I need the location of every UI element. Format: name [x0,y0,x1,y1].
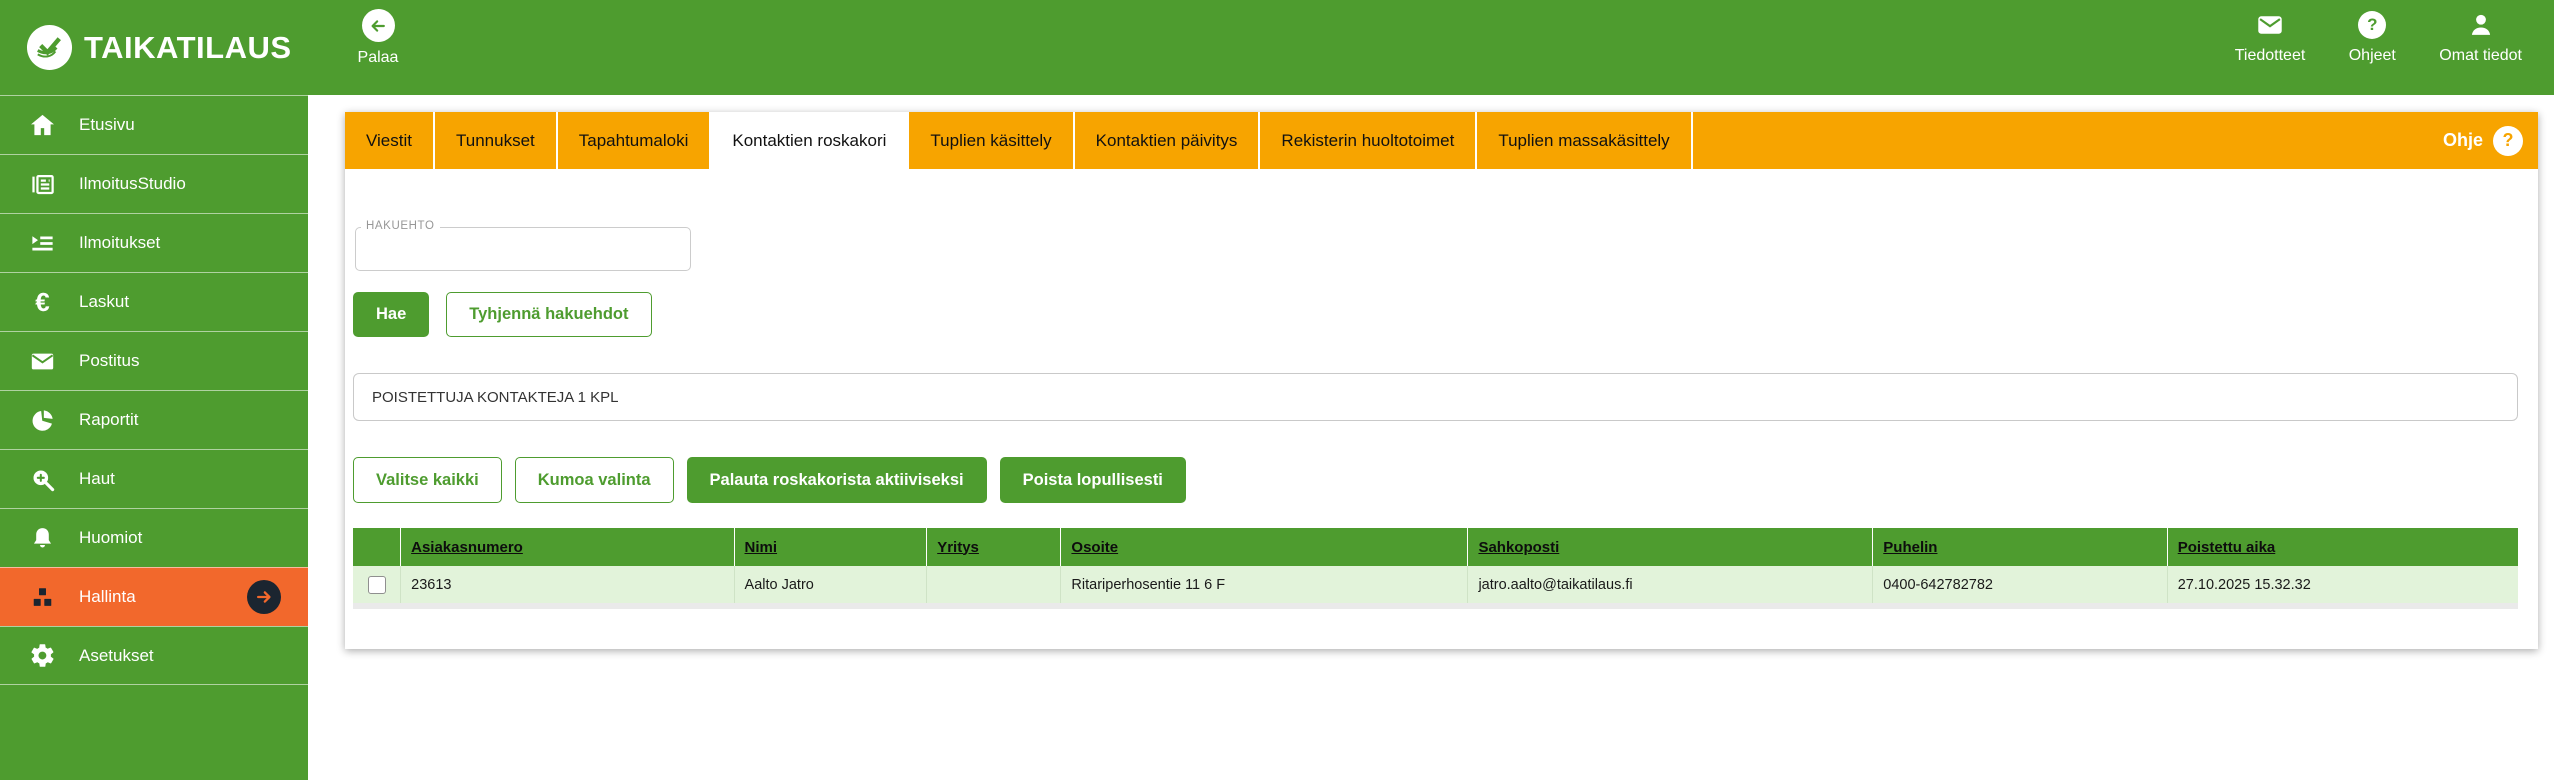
pie-chart-icon [29,407,56,434]
app-root: TAIKATILAUS Palaa Tiedotteet [0,0,2554,780]
back-button[interactable]: Palaa [347,9,409,67]
clear-search-button[interactable]: Tyhjennä hakuehdot [446,292,651,337]
search-field: HAKUEHTO [355,227,691,271]
tab-rekisterin-huoltotoimet[interactable]: Rekisterin huoltotoimet [1260,112,1477,169]
tab-tuplien-kasittely[interactable]: Tuplien käsittely [909,112,1074,169]
topbar-action-ohjeet[interactable]: ? Ohjeet [2337,9,2407,65]
column-header-puhelin[interactable]: Puhelin [1873,528,2167,566]
question-circle-icon: ? [2358,9,2386,41]
topbar-action-label: Omat tiedot [2439,47,2522,65]
tab-bar: Viestit Tunnukset Tapahtumaloki Kontakti… [345,112,2538,169]
restore-from-trash-button[interactable]: Palauta roskakorista aktiiviseksi [687,457,987,503]
tabbar-spacer [1693,112,2443,169]
table-row: 23613 Aalto Jatro Ritariperhosentie 11 6… [353,566,2518,603]
list-indent-icon [29,230,56,257]
topbar-action-tiedotteet[interactable]: Tiedotteet [2235,9,2306,65]
sidebar-item-ilmoitukset[interactable]: Ilmoitukset [0,213,308,272]
cell-asiakasnumero: 23613 [401,566,734,603]
tab-viestit[interactable]: Viestit [345,112,435,169]
table-bottom-strip [353,603,2518,609]
result-summary-box: POISTETTUJA KONTAKTEJA 1 KPL [353,373,2518,421]
search-buttons-row: Hae Tyhjennä hakuehdot [353,292,2518,337]
search-plus-icon [29,466,56,493]
search-button[interactable]: Hae [353,292,429,337]
arrow-right-circle-icon [247,580,281,614]
topbar-actions: Tiedotteet ? Ohjeet Omat tiedot [2235,9,2522,65]
sidebar-item-etusivu[interactable]: Etusivu [0,95,308,154]
sidebar-item-huomiot[interactable]: Huomiot [0,508,308,567]
home-icon [29,112,56,139]
newspaper-icon [29,171,56,198]
tab-kontaktien-paivitys[interactable]: Kontaktien päivitys [1075,112,1261,169]
result-summary-text: POISTETTUJA KONTAKTEJA 1 KPL [372,389,618,406]
topbar-action-label: Tiedotteet [2235,47,2306,65]
column-header-nimi[interactable]: Nimi [734,528,927,566]
back-button-label: Palaa [358,49,399,67]
sidebar-item-postitus[interactable]: Postitus [0,331,308,390]
person-icon [2467,9,2495,41]
euro-icon: € [29,289,56,316]
sidebar-item-ilmoitusstudio[interactable]: IlmoitusStudio [0,154,308,213]
cell-osoite: Ritariperhosentie 11 6 F [1061,566,1468,603]
tab-tuplien-massakasittely[interactable]: Tuplien massakäsittely [1477,112,1692,169]
column-header-asiakasnumero[interactable]: Asiakasnumero [401,528,734,566]
cell-sahkoposti: jatro.aalto@taikatilaus.fi [1468,566,1873,603]
cell-nimi: Aalto Jatro [734,566,927,603]
brand-name: TAIKATILAUS [84,30,292,66]
search-input[interactable] [356,228,690,270]
cell-poistettu-aika: 27.10.2025 15.32.32 [2167,566,2518,603]
help-button[interactable]: Ohje ? [2443,112,2538,169]
bulk-actions-row: Valitse kaikki Kumoa valinta Palauta ros… [353,457,2518,503]
cell-yritys [927,566,1061,603]
tab-tunnukset[interactable]: Tunnukset [435,112,558,169]
sidebar-item-raportit[interactable]: Raportit [0,390,308,449]
arrow-left-circle-icon [362,9,395,42]
bell-icon [29,525,56,552]
sidebar-item-hallinta[interactable]: Hallinta [0,567,308,626]
select-column-header [353,528,401,566]
tab-kontaktien-roskakori[interactable]: Kontaktien roskakori [711,112,909,169]
topbar: TAIKATILAUS Palaa Tiedotteet [0,0,2554,95]
question-circle-icon: ? [2493,126,2523,156]
cell-puhelin: 0400-642782782 [1873,566,2167,603]
sidebar-item-haut[interactable]: Haut [0,449,308,508]
envelope-icon [29,348,56,375]
sidebar-item-laskut[interactable]: € Laskut [0,272,308,331]
sidebar: Etusivu IlmoitusStudio Ilmoitukset [0,95,308,780]
contacts-table: Asiakasnumero Nimi Yritys Osoite Sahkopo… [353,528,2518,609]
row-select-checkbox[interactable] [368,576,386,594]
content-card: Viestit Tunnukset Tapahtumaloki Kontakti… [345,112,2538,649]
undo-selection-button[interactable]: Kumoa valinta [515,457,674,503]
cubes-icon [29,584,56,611]
column-header-poistettu-aika[interactable]: Poistettu aika [2167,528,2518,566]
sidebar-item-asetukset[interactable]: Asetukset [0,626,308,685]
gear-icon [29,642,56,669]
select-all-button[interactable]: Valitse kaikki [353,457,502,503]
brand-logo-icon [26,24,73,71]
table-header-row: Asiakasnumero Nimi Yritys Osoite Sahkopo… [353,528,2518,566]
brand-logo[interactable]: TAIKATILAUS [26,0,292,95]
column-header-yritys[interactable]: Yritys [927,528,1061,566]
envelope-icon [2256,9,2284,41]
column-header-osoite[interactable]: Osoite [1061,528,1468,566]
tab-panel-kontaktien-roskakori: HAKUEHTO Hae Tyhjennä hakuehdot POISTETT… [345,227,2538,609]
tab-tapahtumaloki[interactable]: Tapahtumaloki [558,112,712,169]
column-header-sahkoposti[interactable]: Sahkoposti [1468,528,1873,566]
topbar-action-omat-tiedot[interactable]: Omat tiedot [2439,9,2522,65]
delete-permanently-button[interactable]: Poista lopullisesti [1000,457,1186,503]
topbar-action-label: Ohjeet [2349,47,2396,65]
